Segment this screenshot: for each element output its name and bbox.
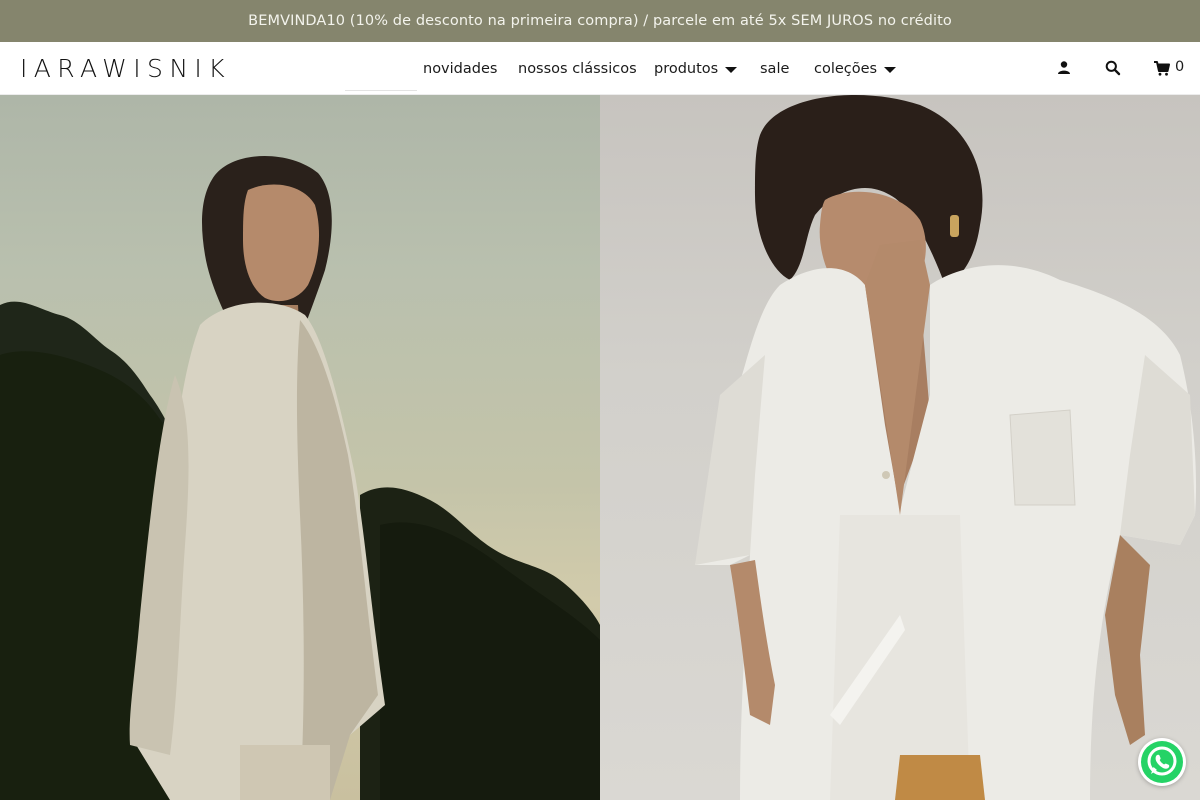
user-icon[interactable] [1054,58,1074,78]
search-icon[interactable] [1103,58,1123,78]
nav-item-label: coleções [814,61,878,77]
hero-banner[interactable] [0,95,1200,800]
cart-icon[interactable] [1152,58,1172,78]
nav-item-nossos-classicos[interactable]: nossos clássicos [518,59,637,79]
nav-item-sale[interactable]: sale [760,59,789,79]
nav-item-label: novidades [423,61,498,77]
nav-item-novidades[interactable]: novidades [423,59,497,79]
whatsapp-icon [1141,741,1183,783]
nav-item-label: nossos clássicos [518,61,637,77]
nav-item-produtos[interactable]: produtos [654,59,738,79]
chevron-down-icon [725,66,738,73]
nav-item-label: produtos [654,61,719,77]
hero-image-left[interactable] [0,95,600,800]
promo-text: BEMVINDA10 (10% de desconto na primeira … [248,13,952,29]
chevron-down-icon [884,66,897,73]
cart-count[interactable]: 0 [1175,59,1184,75]
nav-divider [345,90,417,91]
whatsapp-button[interactable] [1138,738,1186,786]
hero-image-right[interactable] [600,95,1200,800]
nav-item-colecoes[interactable]: coleções [814,59,897,79]
promo-bar: BEMVINDA10 (10% de desconto na primeira … [0,0,1200,42]
nav-item-label: sale [760,61,790,77]
site-header: IARAWISNIK novidades nossos clássicos pr… [0,42,1200,95]
brand-logo[interactable]: IARAWISNIK [20,55,231,83]
